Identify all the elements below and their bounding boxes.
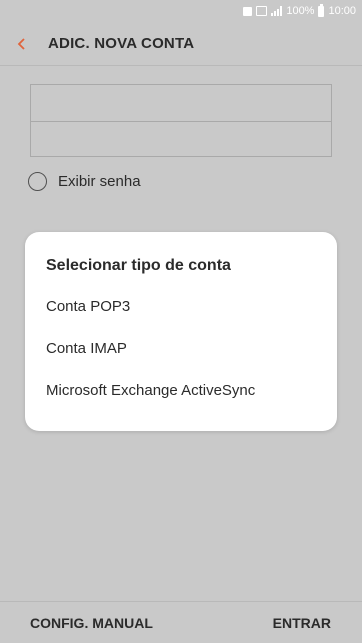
battery-percent: 100%	[286, 5, 315, 17]
notification-icon	[243, 6, 253, 16]
option-imap[interactable]: Conta IMAP	[46, 340, 127, 357]
show-password-option[interactable]: Exibir senha	[28, 172, 141, 191]
email-field[interactable]	[31, 85, 331, 121]
option-pop3[interactable]: Conta POP3	[46, 298, 130, 315]
back-arrow-icon[interactable]	[0, 22, 44, 66]
bottom-bar: CONFIG. MANUAL ENTRAR	[0, 601, 362, 643]
clock: 10:00	[328, 5, 356, 17]
show-password-radio[interactable]	[28, 172, 47, 191]
manual-config-button[interactable]: CONFIG. MANUAL	[30, 615, 153, 631]
option-exchange-activesync[interactable]: Microsoft Exchange ActiveSync	[46, 382, 255, 399]
show-password-label: Exibir senha	[58, 173, 141, 190]
account-type-dialog: Selecionar tipo de conta Conta POP3 Cont…	[25, 232, 337, 431]
status-bar: 100% 10:00	[0, 0, 362, 22]
sim-icon	[256, 6, 268, 16]
battery-icon	[318, 3, 325, 17]
password-field[interactable]	[31, 121, 331, 157]
app-bar: ADIC. NOVA CONTA	[0, 22, 362, 66]
dialog-title: Selecionar tipo de conta	[46, 257, 231, 274]
signal-icon	[271, 6, 283, 16]
page-title: ADIC. NOVA CONTA	[48, 35, 195, 52]
credentials-fields	[30, 84, 332, 157]
sign-in-button[interactable]: ENTRAR	[273, 615, 331, 631]
